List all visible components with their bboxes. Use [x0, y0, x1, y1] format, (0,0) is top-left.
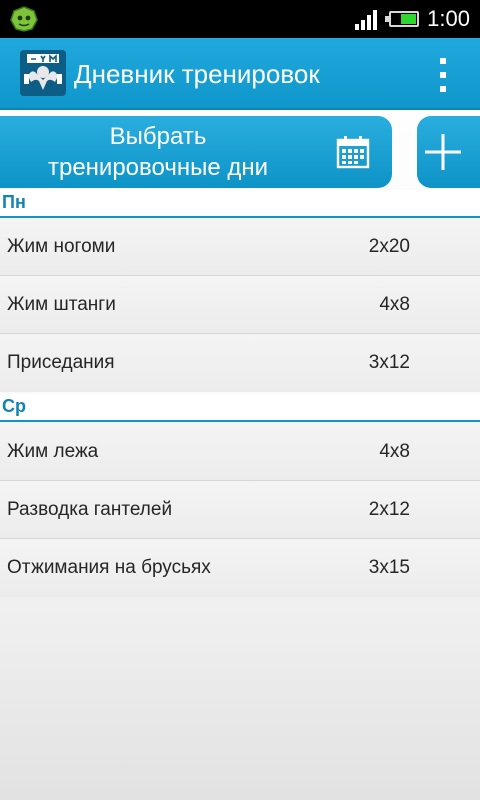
select-training-days-label: Выбрать тренировочные дни [47, 123, 269, 181]
calendar-icon [336, 136, 370, 169]
list-item[interactable]: Отжимания на брусьях 3x15 [0, 539, 480, 597]
day-header-label: Ср [2, 396, 26, 416]
exercise-name: Разводка гантелей [7, 499, 173, 520]
gym-logo-icon[interactable] [20, 50, 66, 96]
select-training-days-button[interactable]: Выбрать тренировочные дни [0, 116, 392, 188]
android-robot-icon [10, 6, 38, 32]
overflow-menu-icon[interactable] [436, 58, 450, 92]
exercise-sets: 4x8 [379, 294, 410, 315]
day-header-label: Пн [2, 192, 26, 212]
day-header-wednesday: Ср [0, 394, 480, 422]
exercise-sets: 4x8 [379, 441, 410, 462]
exercise-name: Отжимания на брусьях [7, 557, 211, 578]
app-title: Дневник тренировок [74, 59, 320, 89]
exercise-list-monday: Жим ногоми 2x20 Жим штанги 4x8 Приседани… [0, 218, 480, 392]
exercise-list-wednesday: Жим лежа 4x8 Разводка гантелей 2x12 Отжи… [0, 423, 480, 597]
list-item[interactable]: Разводка гантелей 2x12 [0, 481, 480, 539]
signal-strength-icon [355, 8, 378, 30]
status-bar: 1:00 [0, 0, 480, 38]
list-item[interactable]: Жим ногоми 2x20 [0, 218, 480, 276]
add-button[interactable] [417, 116, 480, 188]
exercise-name: Приседания [7, 352, 115, 373]
app-bar: Дневник тренировок [0, 38, 480, 110]
exercise-sets: 2x12 [368, 499, 410, 520]
clock: 1:00 [427, 6, 470, 31]
list-item[interactable]: Приседания 3x12 [0, 334, 480, 392]
exercise-sets: 3x15 [368, 557, 410, 578]
day-header-monday: Пн [0, 190, 480, 218]
battery-level [400, 14, 417, 24]
exercise-name: Жим ногоми [7, 236, 116, 257]
list-item[interactable]: Жим штанги 4x8 [0, 276, 480, 334]
list-item[interactable]: Жим лежа 4x8 [0, 423, 480, 481]
exercise-sets: 3x12 [368, 352, 410, 373]
exercise-name: Жим лежа [7, 441, 99, 462]
exercise-name: Жим штанги [7, 294, 116, 315]
battery-icon [385, 11, 420, 27]
toolbar: Выбрать тренировочные дни [0, 116, 480, 188]
exercise-sets: 2x20 [368, 236, 410, 257]
plus-icon [425, 134, 461, 170]
